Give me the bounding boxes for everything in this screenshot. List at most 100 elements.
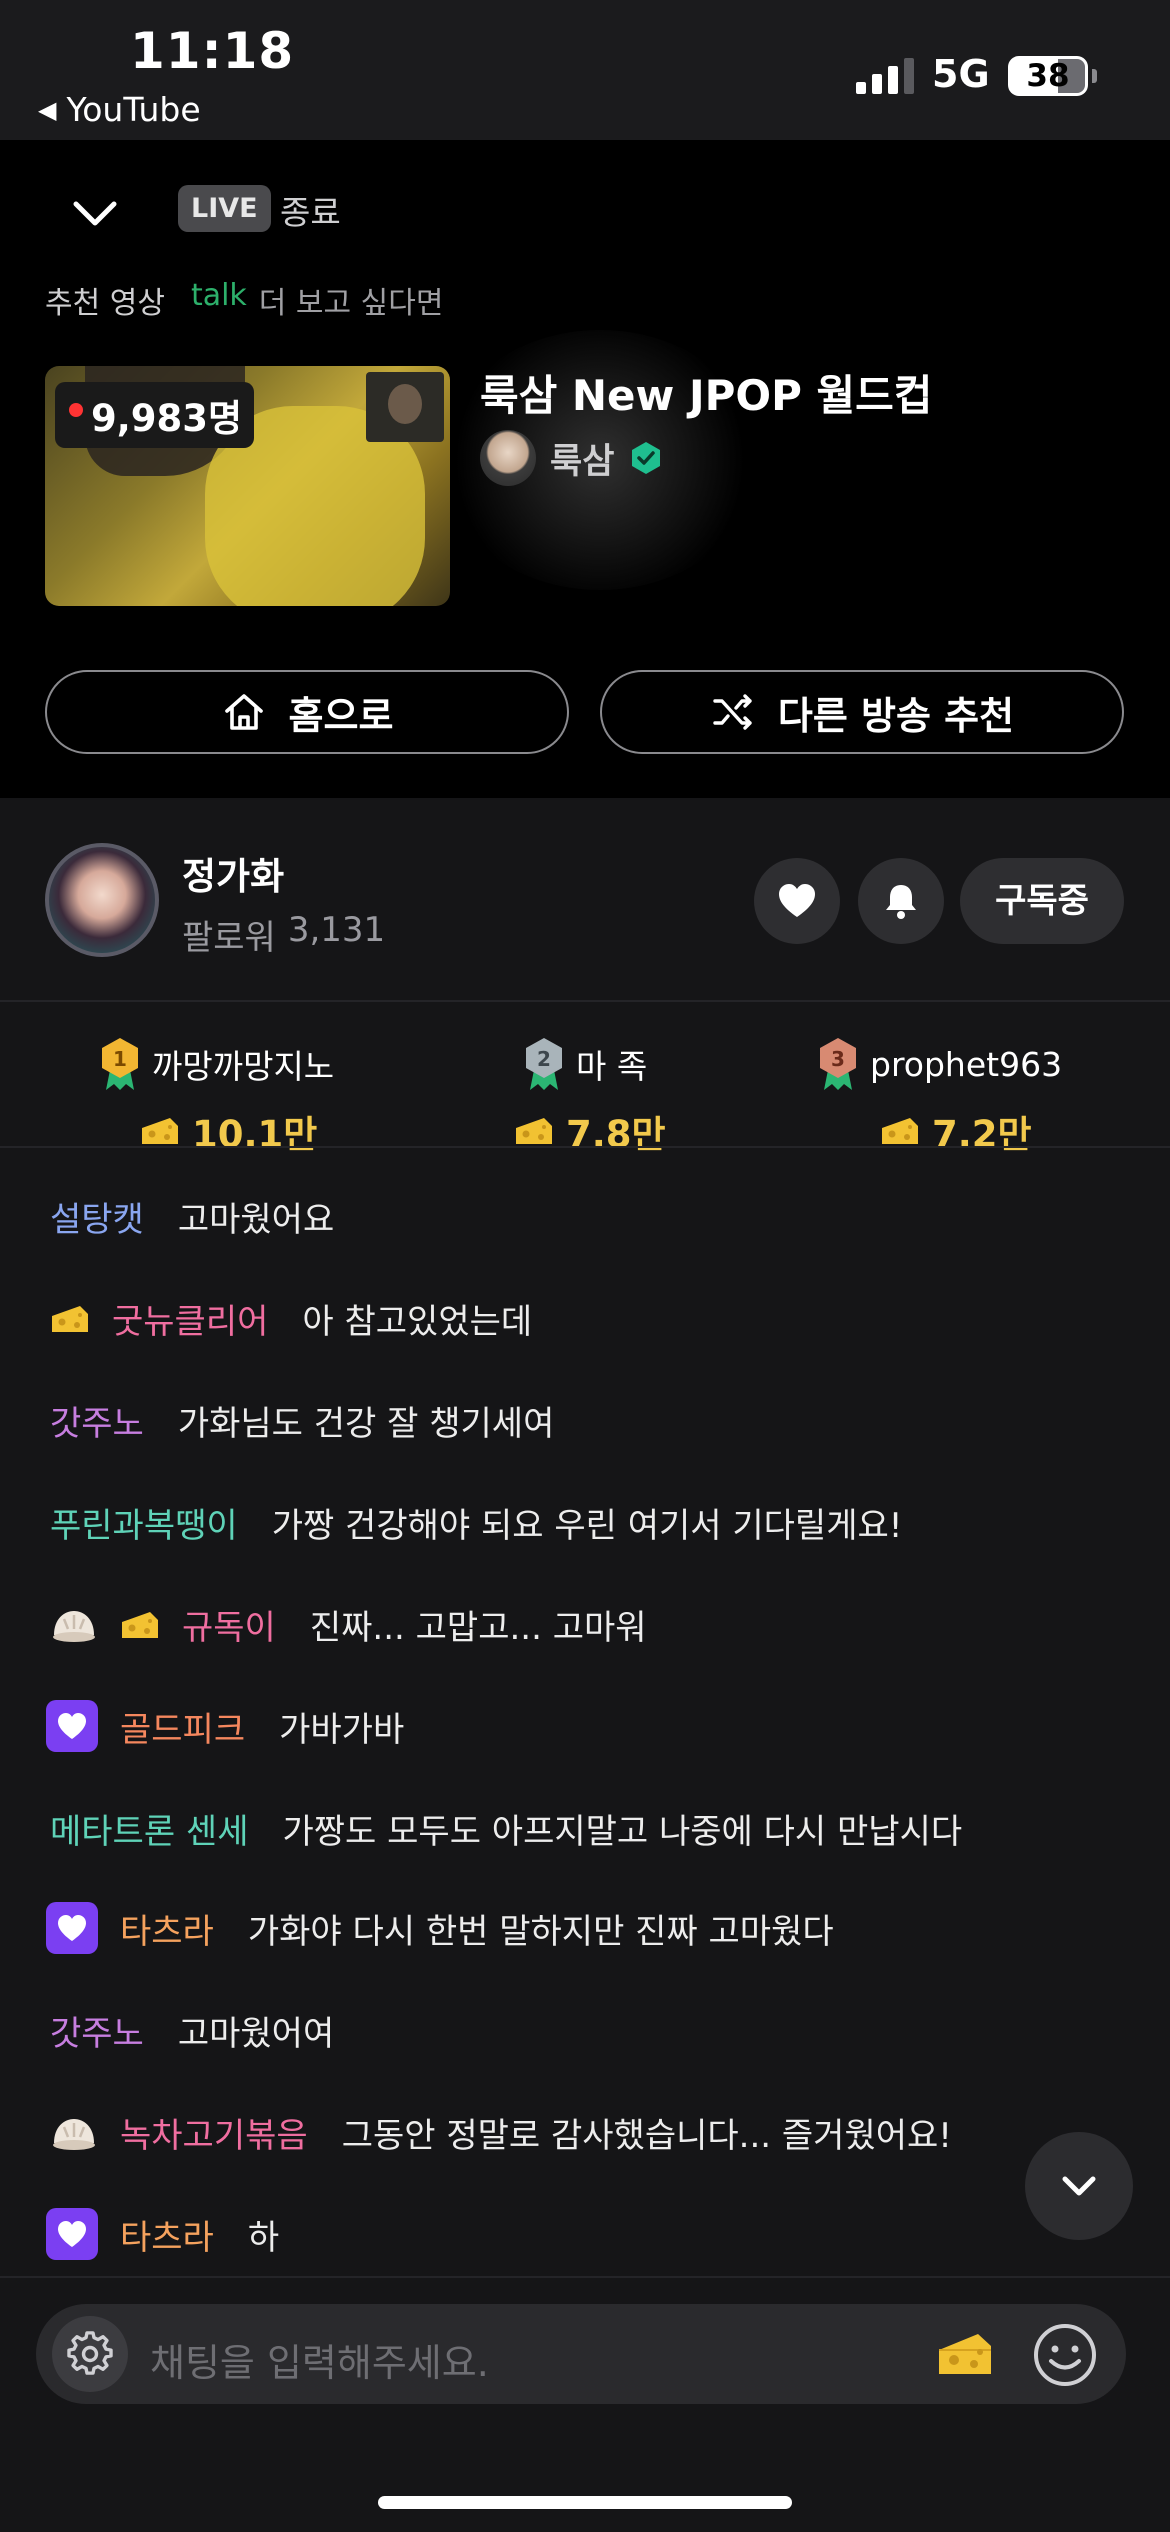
network-type: 5G (932, 52, 990, 96)
chat-message[interactable]: 설탕캣 고마웠어요 (50, 1192, 334, 1241)
viewer-count-badge: 9,983명 (55, 382, 255, 448)
other-broadcast-button[interactable]: 다른 방송 추천 (600, 670, 1124, 754)
heart-icon (58, 2221, 86, 2247)
cheese-icon (52, 1305, 88, 1332)
rank-name: prophet963 (870, 1044, 1063, 1084)
cheese-icon (122, 1611, 158, 1638)
chat-message[interactable]: 갓주노 고마웠어여 (50, 2006, 334, 2055)
live-ended-label: 종료 (280, 193, 341, 232)
smile-icon[interactable] (1032, 2322, 1098, 2388)
streamer-avatar[interactable] (45, 843, 159, 957)
gold-medal-icon: 1 (102, 1038, 138, 1090)
cheese-donate-icon[interactable] (936, 2328, 994, 2380)
recommend-label: 추천 영상 (45, 286, 165, 321)
webcam-overlay (366, 372, 444, 442)
subscribe-button[interactable]: 구독중 (960, 858, 1124, 944)
followers-count: 3,131 (287, 910, 386, 950)
chat-message[interactable]: 갓주노 가화님도 건강 잘 챙기세여 (50, 1396, 554, 1445)
shuffle-icon (713, 694, 752, 730)
chat-text: 가화야 다시 한번 말하지만 진짜 고마웠다 (247, 1911, 834, 1952)
chat-text: 가짱 건강해야 되요 우린 여기서 기다릴게요! (271, 1506, 903, 1546)
divider (0, 1000, 1170, 1002)
ended-live-panel: LIVE 종료 추천 영상 talk 더 보고 싶다면 9,983명 룩삼 Ne… (0, 140, 1170, 798)
home-indicator[interactable] (378, 2496, 792, 2509)
chat-message[interactable]: 푸린과복땡이 가짱 건강해야 되요 우린 여기서 기다릴게요! (50, 1498, 902, 1547)
heart-icon (58, 1915, 86, 1941)
talk-label: talk (190, 278, 247, 313)
chevron-down-icon[interactable] (70, 188, 120, 238)
rank-item-1[interactable]: 1 까망까망지노 10.1만 (96, 1036, 334, 1158)
notification-bell-button[interactable] (858, 858, 944, 944)
chat-message[interactable]: 골드피크 가바가바 (46, 1700, 404, 1752)
other-broadcast-label: 다른 방송 추천 (777, 693, 1015, 738)
rank-amount: 7.2만 (932, 1113, 1032, 1156)
recommended-video-thumbnail[interactable]: 9,983명 (45, 366, 450, 606)
chat-text: 가바가바 (279, 1709, 405, 1750)
rank-name: 까망까망지노 (152, 1047, 335, 1086)
chat-message[interactable]: 녹차고기볶음 그동안 정말로 감사했습니다... 즐거웠어요! (50, 2108, 952, 2157)
back-to-app-link[interactable]: ◀ YouTube (38, 90, 201, 129)
silver-medal-icon: 2 (526, 1038, 562, 1090)
heart-icon (779, 884, 815, 917)
chat-settings-button[interactable] (52, 2316, 128, 2392)
chat-nick[interactable]: 녹차고기볶음 (120, 2108, 308, 2157)
follow-heart-button[interactable] (754, 858, 840, 944)
chat-text: 고마웠어여 (177, 2014, 335, 2054)
chat-nick[interactable]: 푸린과복땡이 (50, 1498, 238, 1547)
chat-message[interactable]: 메타트론 센세 가짱도 모두도 아프지말고 나중에 다시 만납시다 (50, 1804, 962, 1853)
bronze-medal-icon: 3 (820, 1038, 856, 1090)
chat-nick[interactable]: 갓주노 (50, 2006, 144, 2055)
follower-info: 팔로워 3,131 (182, 910, 385, 959)
recommended-video-title[interactable]: 룩삼 New JPOP 월드컵 (480, 362, 932, 423)
chat-text: 아 참고있었는데 (302, 1302, 533, 1342)
chat-text: 가짱도 모두도 아프지말고 나중에 다시 만납시다 (282, 1812, 963, 1852)
chat-message[interactable]: 타츠라 가화야 다시 한번 말하지만 진짜 고마웠다 (46, 1902, 834, 1954)
recommend-header: 추천 영상 talk 더 보고 싶다면 (45, 278, 443, 322)
chat-text: 그동안 정말로 감사했습니다... 즐거웠어요! (341, 2116, 952, 2156)
chat-nick[interactable]: 규독이 (182, 1600, 276, 1649)
rank-name: 마 족 (576, 1047, 648, 1086)
status-time: 11:18 (130, 22, 295, 80)
chat-text: 진짜... 고맙고... 고마워 (309, 1608, 647, 1648)
channel-name: 룩삼 (550, 441, 615, 482)
back-app-label: YouTube (66, 90, 201, 129)
chat-input-bar: 채팅을 입력해주세요. (36, 2304, 1126, 2404)
back-arrow-icon: ◀ (38, 95, 57, 124)
cheese-icon (882, 1118, 918, 1144)
chat-text: 하 (247, 2217, 280, 2258)
chat-nick[interactable]: 타츠라 (120, 2210, 214, 2259)
chat-text: 가화님도 건강 잘 챙기세여 (177, 1404, 555, 1444)
streamer-name[interactable]: 정가화 (182, 846, 284, 900)
chat-nick[interactable]: 굿뉴클리어 (112, 1294, 268, 1343)
recommended-channel[interactable]: 룩삼 (480, 430, 664, 486)
chat-nick[interactable]: 메타트론 센세 (50, 1804, 249, 1853)
dumpling-badge-icon (53, 1610, 95, 1642)
scroll-to-bottom-button[interactable] (1025, 2132, 1133, 2240)
chat-nick[interactable]: 설탕캣 (50, 1192, 144, 1241)
signal-icon (856, 58, 914, 94)
chat-nick[interactable]: 타츠라 (120, 1904, 214, 1953)
bell-icon (886, 885, 916, 919)
chat-message[interactable]: 규독이 진짜... 고맙고... 고마워 (50, 1600, 647, 1649)
chat-nick[interactable]: 갓주노 (50, 1396, 144, 1445)
home-button-label: 홈으로 (288, 693, 394, 738)
chat-panel: 정가화 팔로워 3,131 구독중 1 까망까망지노 10.1만 2 마 족 7… (0, 798, 1170, 2532)
rank-amount: 10.1만 (192, 1113, 318, 1156)
chat-input[interactable]: 채팅을 입력해주세요. (150, 2332, 489, 2387)
chat-nick[interactable]: 골드피크 (120, 1702, 245, 1751)
divider (0, 2276, 1170, 2278)
chat-message[interactable]: 굿뉴클리어 아 참고있었는데 (50, 1294, 532, 1343)
verified-icon (632, 442, 661, 474)
battery-level: 38 (1026, 58, 1070, 94)
gear-icon (67, 2331, 113, 2375)
channel-avatar (480, 430, 536, 486)
live-badge: LIVE (178, 185, 271, 232)
chat-message[interactable]: 타츠라 하 (46, 2208, 279, 2260)
svg-text:2: 2 (537, 1047, 551, 1071)
home-button[interactable]: 홈으로 (45, 670, 569, 754)
rank-item-2[interactable]: 2 마 족 7.8만 (516, 1036, 666, 1158)
rank-item-3[interactable]: 3 prophet963 7.2만 (814, 1036, 1062, 1158)
cheese-icon (142, 1118, 178, 1144)
heart-icon (58, 1713, 86, 1739)
chevron-down-icon (1062, 2176, 1096, 2196)
